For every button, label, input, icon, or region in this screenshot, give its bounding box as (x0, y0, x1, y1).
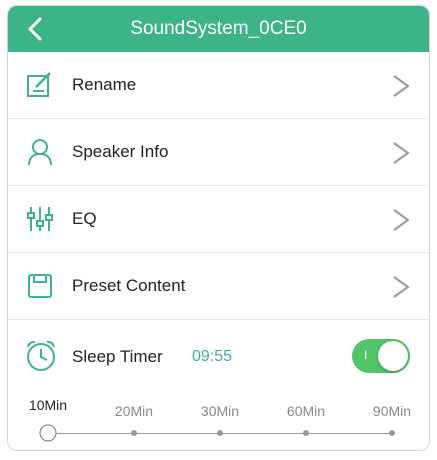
toggle-on-mark: I (364, 348, 368, 362)
slider-stop-90min[interactable] (389, 430, 395, 436)
sleep-timer-label: Sleep Timer (72, 347, 163, 366)
timer-option-90min[interactable]: 90Min (373, 403, 411, 419)
person-icon (28, 139, 52, 166)
chevron-right-icon (393, 75, 410, 97)
sleep-timer-section: Sleep Timer 09:55 I 10Min 20Min 30Min 60… (8, 321, 429, 450)
toggle-knob (378, 341, 408, 371)
slider-thumb[interactable] (39, 424, 57, 442)
sleep-timer-time: 09:55 (192, 348, 233, 365)
menu-item-eq[interactable]: EQ (8, 186, 429, 253)
clock-icon (27, 340, 55, 371)
slider-stop-30min[interactable] (217, 430, 223, 436)
menu-item-speaker-info[interactable]: Speaker Info (8, 119, 429, 186)
slider-stop-20min[interactable] (131, 430, 137, 436)
menu-item-label: Preset Content (72, 276, 186, 295)
chevron-right-icon (393, 142, 410, 164)
slider-stop-60min[interactable] (303, 430, 309, 436)
menu-item-label: Rename (72, 75, 137, 94)
timer-option-60min[interactable]: 60Min (287, 403, 325, 419)
timer-option-30min[interactable]: 30Min (201, 403, 239, 419)
menu-item-rename[interactable]: Rename (8, 52, 429, 119)
menu-item-label: Speaker Info (72, 142, 169, 161)
edit-icon (27, 72, 51, 97)
header-bar: SoundSystem_0CE0 (8, 6, 429, 52)
equalizer-icon (27, 207, 53, 231)
device-settings-panel: SoundSystem_0CE0 Rename Speaker Info EQ … (7, 5, 430, 451)
sleep-timer-toggle[interactable]: I (352, 339, 410, 373)
chevron-right-icon (393, 276, 410, 298)
save-icon (28, 274, 52, 298)
menu-item-preset-content[interactable]: Preset Content (8, 253, 429, 320)
chevron-right-icon (393, 209, 410, 231)
page-title: SoundSystem_0CE0 (130, 18, 307, 39)
timer-option-20min[interactable]: 20Min (115, 403, 153, 419)
menu-item-label: EQ (72, 209, 97, 228)
timer-option-10min[interactable]: 10Min (29, 397, 67, 413)
